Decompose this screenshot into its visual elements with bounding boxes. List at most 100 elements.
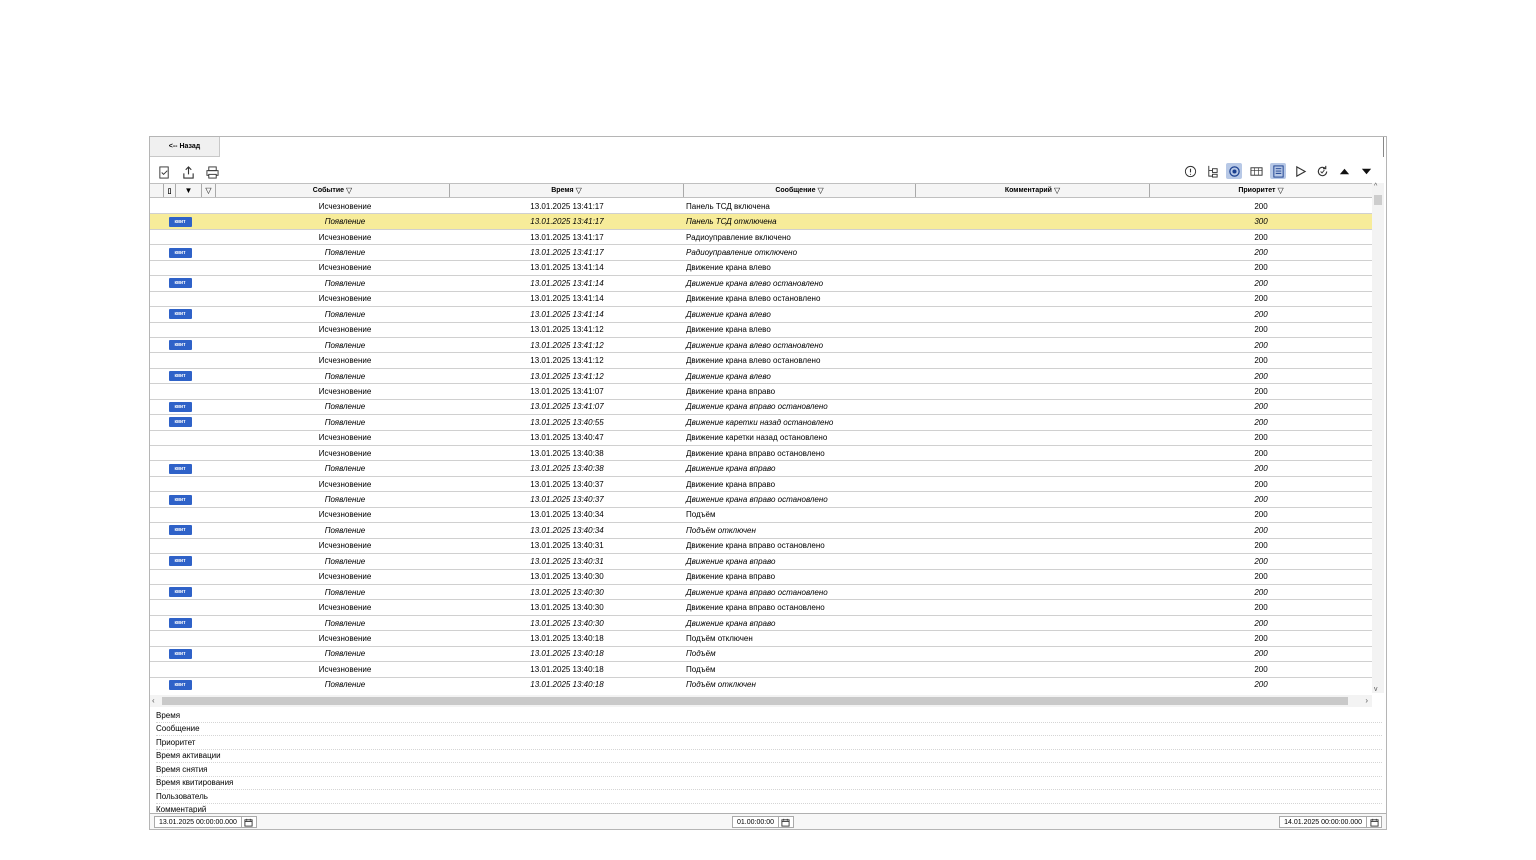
table-row[interactable]: квит Появление 13.01.2025 13:41:12 Движение… bbox=[150, 338, 1372, 354]
table-row[interactable]: Исчезновение 13.01.2025 13:41:17 Панель ТС… bbox=[150, 199, 1372, 215]
table-row[interactable]: Исчезновение 13.01.2025 13:41:12 Движение … bbox=[150, 323, 1372, 338]
acknowledge-button[interactable]: квит bbox=[168, 679, 192, 690]
table-row[interactable]: Исчезновение 13.01.2025 13:40:31 Движение … bbox=[150, 539, 1372, 555]
refresh-icon[interactable] bbox=[1314, 163, 1330, 179]
table-row[interactable]: квит Появление 13.01.2025 13:41:07 Движение… bbox=[150, 400, 1372, 416]
table-row[interactable]: Исчезновение 13.01.2025 13:40:47 Движение … bbox=[150, 431, 1372, 446]
table-row[interactable]: квит Появление 13.01.2025 13:40:30 Движение… bbox=[150, 585, 1372, 601]
table-row[interactable]: квит Появление 13.01.2025 13:40:34 Подъём о… bbox=[150, 523, 1372, 539]
table-row[interactable]: квит Появление 13.01.2025 13:40:18 Подъём о… bbox=[150, 678, 1372, 691]
scroll-up-icon[interactable]: ^ bbox=[1374, 183, 1377, 190]
arrow-up-icon[interactable] bbox=[1336, 163, 1352, 179]
scrollbar-thumb[interactable] bbox=[162, 697, 1348, 705]
table-row[interactable]: квит Появление 13.01.2025 13:41:14 Движение… bbox=[150, 307, 1372, 323]
calendar-icon[interactable] bbox=[242, 817, 256, 827]
acknowledge-button[interactable]: квит bbox=[168, 525, 192, 536]
calendar-icon[interactable] bbox=[779, 817, 793, 827]
acknowledge-button[interactable]: квит bbox=[168, 216, 192, 227]
table-row[interactable]: Исчезновение 13.01.2025 13:40:18 Подъём от… bbox=[150, 631, 1372, 647]
table-row[interactable]: квит Появление 13.01.2025 13:40:30 Движение… bbox=[150, 616, 1372, 632]
table-row[interactable]: Исчезновение 13.01.2025 13:40:30 Движение … bbox=[150, 570, 1372, 585]
header-event[interactable]: Событие ▽ bbox=[216, 184, 450, 197]
filter-icon[interactable]: ▼ bbox=[176, 184, 202, 197]
priority-cell: 200 bbox=[1254, 664, 1268, 674]
table-row[interactable]: квит Появление 13.01.2025 13:41:14 Движение… bbox=[150, 276, 1372, 292]
export-icon[interactable] bbox=[180, 164, 196, 180]
header-comment[interactable]: Комментарий ▽ bbox=[916, 184, 1150, 197]
table-row[interactable]: Исчезновение 13.01.2025 13:40:34 Подъём 200 bbox=[150, 508, 1372, 524]
acknowledge-button[interactable]: квит bbox=[168, 618, 192, 629]
acknowledge-button[interactable]: квит bbox=[168, 371, 192, 382]
comment-cell bbox=[916, 307, 1150, 321]
table-row[interactable]: квит Появление 13.01.2025 13:40:55 Движение… bbox=[150, 415, 1372, 431]
acknowledge-button[interactable]: квит bbox=[168, 417, 192, 428]
comment-cell bbox=[916, 647, 1150, 661]
priority-cell: 200 bbox=[1254, 278, 1268, 288]
horizontal-scrollbar[interactable]: ‹ › bbox=[150, 695, 1372, 707]
print-icon[interactable] bbox=[204, 164, 220, 180]
table-row[interactable]: Исчезновение 13.01.2025 13:41:17 Радиоупра… bbox=[150, 230, 1372, 246]
table-row[interactable]: Исчезновение 13.01.2025 13:40:30 Движение … bbox=[150, 600, 1372, 616]
end-date-picker[interactable]: 14.01.2025 00:00:00.000 bbox=[1279, 816, 1382, 828]
acknowledge-button[interactable]: квит bbox=[168, 648, 192, 659]
message-cell: Панель ТСД отключена bbox=[686, 217, 777, 227]
acknowledge-button[interactable]: квит bbox=[168, 340, 192, 351]
table-row[interactable]: Исчезновение 13.01.2025 13:41:07 Движение … bbox=[150, 384, 1372, 400]
time-cell: 13.01.2025 13:40:34 bbox=[530, 510, 604, 520]
table-row[interactable]: Исчезновение 13.01.2025 13:41:12 Движение … bbox=[150, 353, 1372, 369]
table-row[interactable]: Исчезновение 13.01.2025 13:40:18 Подъём 200 bbox=[150, 662, 1372, 678]
scroll-right-icon[interactable]: › bbox=[1365, 696, 1368, 705]
acknowledge-button[interactable]: квит bbox=[168, 309, 192, 320]
header-select-column[interactable]: ▯ bbox=[164, 184, 176, 197]
end-date-field[interactable]: 14.01.2025 00:00:00.000 bbox=[1280, 817, 1367, 827]
filter-icon[interactable]: ▽ bbox=[346, 186, 352, 195]
info-icon[interactable] bbox=[1182, 163, 1198, 179]
interval-picker[interactable]: 01.00:00:00 bbox=[732, 816, 794, 828]
table-row[interactable]: квит Появление 13.01.2025 13:40:31 Движение… bbox=[150, 554, 1372, 570]
table-row[interactable]: Исчезновение 13.01.2025 13:41:14 Движение … bbox=[150, 292, 1372, 308]
table-row[interactable]: квит Появление 13.01.2025 13:41:17 Панель Т… bbox=[150, 214, 1372, 230]
table-row[interactable]: квит Появление 13.01.2025 13:40:18 Подъём 20… bbox=[150, 647, 1372, 663]
calendar-icon[interactable] bbox=[1367, 817, 1381, 827]
scroll-down-icon[interactable]: v bbox=[1374, 686, 1378, 693]
table-row[interactable]: Исчезновение 13.01.2025 13:41:14 Движение … bbox=[150, 261, 1372, 277]
filter-icon[interactable]: ▽ bbox=[1277, 186, 1283, 195]
table-view-icon[interactable] bbox=[1248, 163, 1264, 179]
filter-icon[interactable]: ▽ bbox=[202, 184, 216, 197]
live-update-icon[interactable] bbox=[1226, 163, 1242, 179]
acknowledge-button[interactable]: квит bbox=[168, 247, 192, 258]
table-row[interactable]: Исчезновение 13.01.2025 13:40:38 Движение … bbox=[150, 446, 1372, 462]
play-icon[interactable] bbox=[1292, 163, 1308, 179]
acknowledge-button[interactable]: квит bbox=[168, 494, 192, 505]
start-date-picker[interactable]: 13.01.2025 00:00:00.000 bbox=[154, 816, 257, 828]
table-row[interactable]: Исчезновение 13.01.2025 13:40:37 Движение … bbox=[150, 477, 1372, 493]
filter-icon[interactable]: ▽ bbox=[576, 186, 582, 195]
back-button[interactable]: <-- Назад bbox=[150, 137, 220, 157]
acknowledge-button[interactable]: квит bbox=[168, 587, 192, 598]
time-cell: 13.01.2025 13:41:12 bbox=[530, 340, 604, 350]
filter-icon[interactable]: ▽ bbox=[1054, 186, 1060, 195]
details-panel-icon[interactable] bbox=[1270, 163, 1286, 179]
acknowledge-button[interactable]: квит bbox=[168, 556, 192, 567]
filter-icon[interactable]: ▽ bbox=[818, 186, 824, 195]
acknowledge-button[interactable]: квит bbox=[168, 463, 192, 474]
vertical-scrollbar[interactable]: ^ v bbox=[1372, 183, 1384, 693]
table-row[interactable]: квит Появление 13.01.2025 13:41:12 Движение… bbox=[150, 369, 1372, 385]
header-priority[interactable]: Приоритет ▽ bbox=[1150, 184, 1372, 197]
arrow-down-icon[interactable] bbox=[1358, 163, 1374, 179]
header-message[interactable]: Сообщение ▽ bbox=[684, 184, 916, 197]
header-time[interactable]: Время ▽ bbox=[450, 184, 684, 197]
start-date-field[interactable]: 13.01.2025 00:00:00.000 bbox=[155, 817, 242, 827]
scroll-left-icon[interactable]: ‹ bbox=[152, 696, 155, 705]
table-row[interactable]: квит Появление 13.01.2025 13:40:38 Движение… bbox=[150, 461, 1372, 477]
table-row[interactable]: квит Появление 13.01.2025 13:40:37 Движение… bbox=[150, 492, 1372, 508]
acknowledge-button[interactable]: квит bbox=[168, 278, 192, 289]
interval-field[interactable]: 01.00:00:00 bbox=[733, 817, 779, 827]
tree-icon[interactable] bbox=[1204, 163, 1220, 179]
event-cell: Появление bbox=[324, 556, 366, 566]
priority-cell: 200 bbox=[1254, 340, 1268, 350]
check-list-icon[interactable] bbox=[156, 164, 172, 180]
acknowledge-button[interactable]: квит bbox=[168, 401, 192, 412]
scrollbar-thumb[interactable] bbox=[1374, 195, 1382, 205]
table-row[interactable]: квит Появление 13.01.2025 13:41:17 Радиоупр… bbox=[150, 245, 1372, 261]
